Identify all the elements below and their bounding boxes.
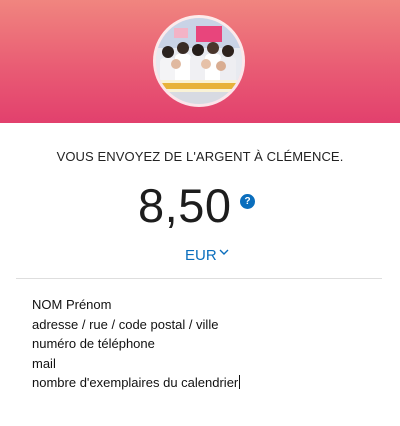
note-line: adresse / rue / code postal / ville	[32, 316, 219, 332]
note-line: mail	[32, 355, 56, 371]
currency-label: EUR	[185, 246, 217, 264]
recipient-message: VOUS ENVOYEZ DE L'ARGENT À CLÉMENCE.	[56, 149, 344, 164]
group-photo-avatar-icon	[156, 18, 242, 104]
note-line: NOM Prénom	[32, 297, 112, 312]
amount-value[interactable]: 8,50	[138, 176, 231, 236]
text-caret	[239, 375, 241, 390]
divider	[16, 278, 382, 279]
note-line-last: nombre d'exemplaires du calendrier	[32, 373, 372, 393]
chevron-down-icon	[219, 249, 229, 255]
note-textarea[interactable]: NOM Prénom adresse / rue / code postal /…	[32, 295, 372, 393]
amount-row: 8,50	[0, 176, 400, 238]
note-line: numéro de téléphone	[32, 336, 155, 352]
header-banner	[0, 0, 400, 123]
currency-selector[interactable]: EUR	[185, 245, 230, 265]
help-icon[interactable]: ?	[240, 194, 255, 209]
note-line-text: nombre d'exemplaires du calendrier	[32, 375, 239, 391]
recipient-avatar	[156, 18, 242, 104]
